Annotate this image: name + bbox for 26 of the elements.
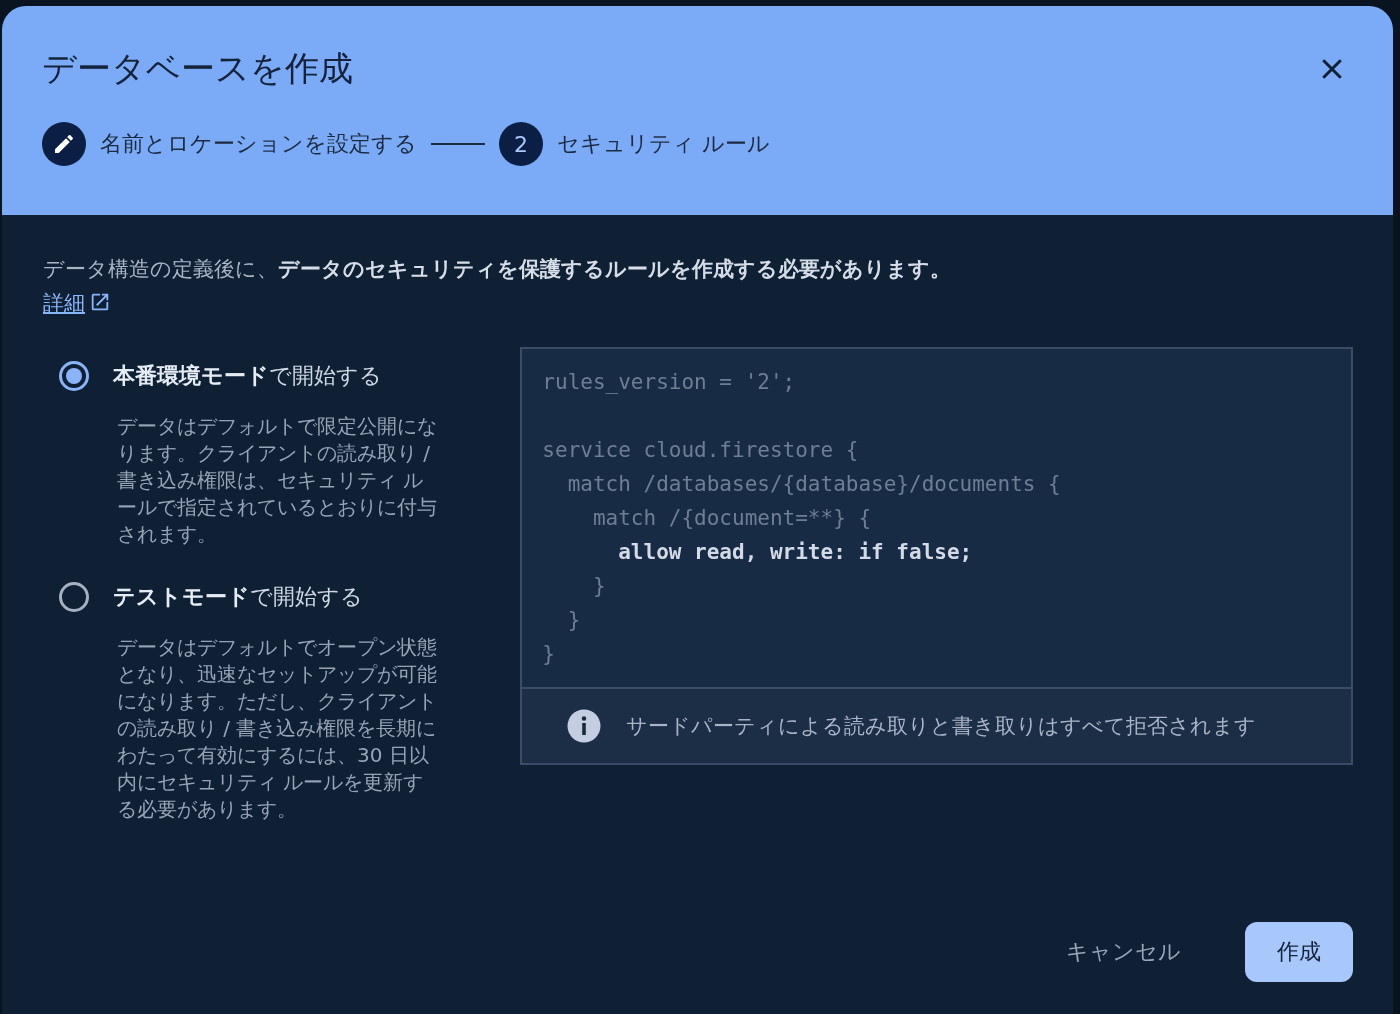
code-line: match /{document=**} { xyxy=(591,505,873,532)
cancel-button[interactable]: キャンセル xyxy=(1042,927,1205,977)
option-label: テストモードで開始する xyxy=(113,583,363,611)
external-link-icon xyxy=(89,291,111,313)
step-label: セキュリティ ルール xyxy=(557,130,770,158)
option-description: データはデフォルトでオープン状態となり、迅速なセットアップが可能になります。ただし、クライアントの読み取り / 書き込み権限を長期にわたって有効にするには、30 日以内にセキュリティ ルールを更新する必要があります。 xyxy=(117,634,438,823)
code-line: } xyxy=(542,641,556,668)
code-line: service cloud.firestore { xyxy=(542,437,860,464)
radio-button[interactable] xyxy=(59,582,89,612)
code-line: } xyxy=(566,607,582,634)
learn-more-link[interactable]: 詳細 xyxy=(43,289,85,317)
dialog-title: データベースを作成 xyxy=(42,47,353,90)
radio-button[interactable] xyxy=(59,361,89,391)
create-button[interactable]: 作成 xyxy=(1245,922,1353,982)
step-number: 2 xyxy=(499,122,543,166)
code-line: match /databases/{database}/documents { xyxy=(566,471,1062,498)
step-label: 名前とロケーションを設定する xyxy=(100,130,417,158)
intro-text: データ構造の定義後に、データのセキュリティを保護するルールを作成する必要があります。 xyxy=(43,256,951,283)
code-line: allow read, write: if false; xyxy=(617,539,974,566)
info-message: サードパーティによる読み取りと書き取りはすべて拒否されます xyxy=(626,713,1257,740)
info-icon xyxy=(566,708,603,744)
code-line: rules_version = '2'; xyxy=(542,369,797,396)
option-label: 本番環境モードで開始する xyxy=(113,362,382,390)
option-description: データはデフォルトで限定公開になります。クライアントの読み取り / 書き込み権限は、セキュリティ ルールで指定されているとおりに付与されます。 xyxy=(117,413,438,548)
code-line: } xyxy=(591,573,607,600)
pencil-icon xyxy=(42,122,86,166)
